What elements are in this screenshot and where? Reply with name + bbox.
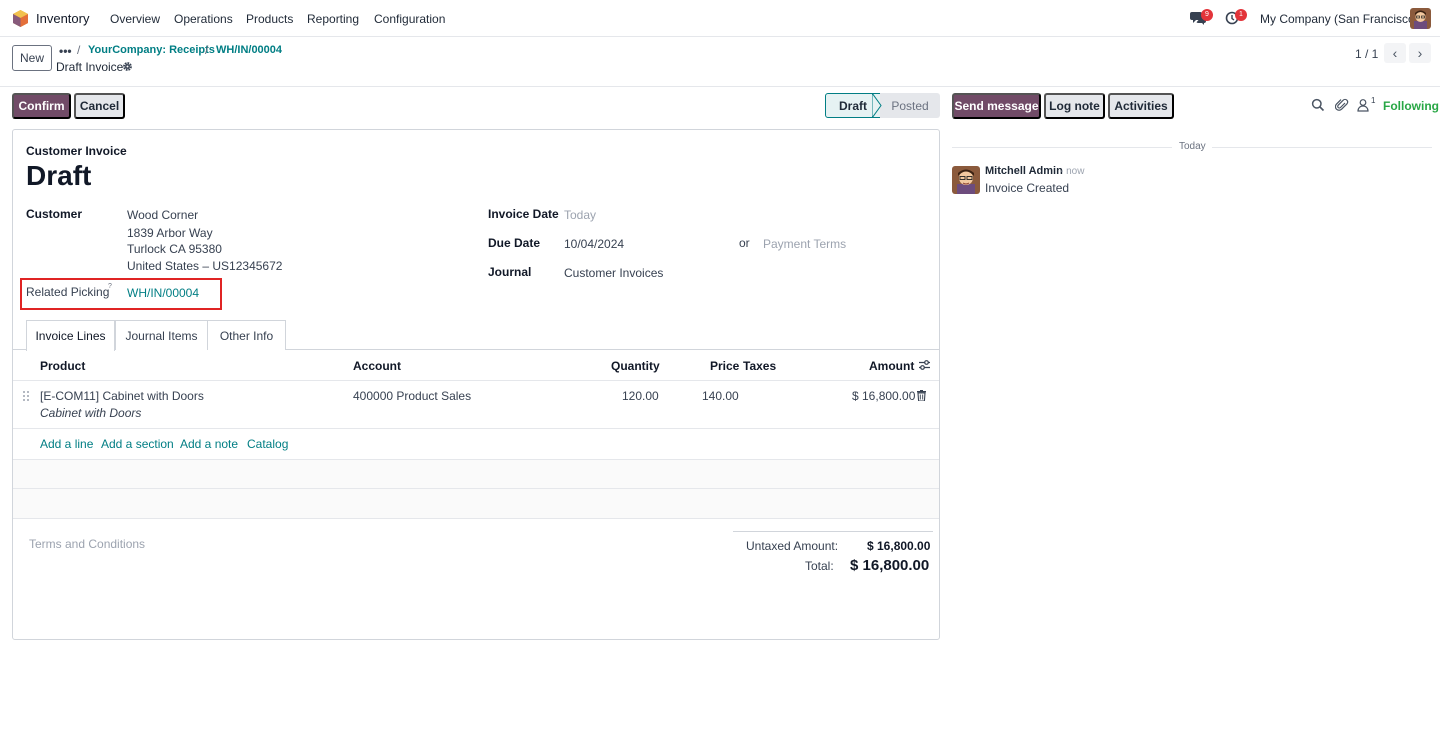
column-price[interactable]: Price xyxy=(710,359,739,373)
customer-label: Customer xyxy=(26,207,83,221)
inventory-app-icon[interactable] xyxy=(12,10,29,27)
pager-prev-button[interactable]: ‹ xyxy=(1384,43,1406,63)
chevron-right-icon: › xyxy=(1417,45,1423,61)
terms-conditions-field[interactable]: Terms and Conditions xyxy=(29,537,145,551)
breadcrumb-separator: / xyxy=(77,43,81,57)
invoice-date-field[interactable]: Today xyxy=(564,208,596,222)
send-message-button[interactable]: Send message xyxy=(952,93,1041,119)
row-description[interactable]: Cabinet with Doors xyxy=(40,406,141,420)
followers-icon[interactable] xyxy=(1357,98,1371,112)
total-label: Total: xyxy=(805,559,834,573)
new-button[interactable]: New xyxy=(12,45,52,71)
chevron-left-icon: ‹ xyxy=(1392,45,1398,61)
journal-field[interactable]: Customer Invoices xyxy=(564,266,663,280)
table-row-divider xyxy=(13,428,939,429)
empty-table-row xyxy=(13,459,939,489)
totals-divider xyxy=(733,531,933,532)
customer-address-line3: United States – US12345672 xyxy=(127,259,283,273)
row-amount: $ 16,800.00 xyxy=(852,389,916,403)
tab-invoice-lines[interactable]: Invoice Lines xyxy=(26,320,115,351)
menu-operations[interactable]: Operations xyxy=(174,12,233,26)
invoice-date-label: Invoice Date xyxy=(488,207,559,221)
breadcrumb-picking[interactable]: WH/IN/00004 xyxy=(216,44,282,56)
related-picking-link[interactable]: WH/IN/00004 xyxy=(127,286,199,300)
following-button[interactable]: Following xyxy=(1383,99,1439,113)
date-separator-line xyxy=(952,147,1172,148)
tab-journal-items[interactable]: Journal Items xyxy=(115,320,208,350)
or-text: or xyxy=(739,236,750,250)
menu-products[interactable]: Products xyxy=(246,12,293,26)
pager-next-button[interactable]: › xyxy=(1409,43,1431,63)
add-note-link[interactable]: Add a note xyxy=(180,437,238,451)
log-note-button[interactable]: Log note xyxy=(1044,93,1105,119)
followers-count: 1 xyxy=(1371,96,1376,105)
date-separator-line xyxy=(1212,147,1432,148)
app-name[interactable]: Inventory xyxy=(36,11,89,26)
column-quantity[interactable]: Quantity xyxy=(611,359,660,373)
help-tooltip-icon[interactable]: ? xyxy=(108,283,112,290)
drag-handle-icon[interactable] xyxy=(22,390,30,402)
customer-address-line1: 1839 Arbor Way xyxy=(127,226,213,240)
breadcrumb-separator: / xyxy=(205,43,209,57)
payment-terms-field[interactable]: Payment Terms xyxy=(763,237,846,251)
message-author[interactable]: Mitchell Admin xyxy=(985,165,1063,177)
date-separator: Today xyxy=(1179,141,1206,152)
top-navbar: Inventory Overview Operations Products R… xyxy=(0,0,1440,37)
column-amount[interactable]: Amount xyxy=(869,359,914,373)
related-picking-label: Related Picking xyxy=(26,285,110,299)
breadcrumb-receipts[interactable]: YourCompany: Receipts xyxy=(88,44,215,56)
column-product[interactable]: Product xyxy=(40,359,85,373)
confirm-button[interactable]: Confirm xyxy=(12,93,71,119)
company-switcher[interactable]: My Company (San Francisco) xyxy=(1260,12,1419,26)
paperclip-icon[interactable] xyxy=(1335,98,1349,112)
total-value: $ 16,800.00 xyxy=(850,557,930,574)
message-time: - now xyxy=(1060,166,1085,177)
column-settings-icon[interactable] xyxy=(918,359,931,371)
customer-address-line2: Turlock CA 95380 xyxy=(127,242,222,256)
search-icon[interactable] xyxy=(1311,98,1325,112)
trash-icon[interactable] xyxy=(917,390,926,401)
add-line-link[interactable]: Add a line xyxy=(40,437,93,451)
status-arrow xyxy=(872,93,882,118)
untaxed-amount-value: $ 16,800.00 xyxy=(867,539,931,553)
due-date-label: Due Date xyxy=(488,236,541,250)
row-account[interactable]: 400000 Product Sales xyxy=(353,389,471,403)
row-quantity[interactable]: 120.00 xyxy=(622,389,659,403)
invoice-type-label: Customer Invoice xyxy=(26,144,127,158)
add-section-link[interactable]: Add a section xyxy=(101,437,174,451)
row-product[interactable]: [E-COM11] Cabinet with Doors xyxy=(40,389,204,403)
catalog-link[interactable]: Catalog xyxy=(247,437,288,451)
table-header-divider xyxy=(13,380,939,381)
breadcrumb-more[interactable]: ••• xyxy=(59,44,72,58)
due-date-field[interactable]: 10/04/2024 xyxy=(564,237,624,251)
customer-name[interactable]: Wood Corner xyxy=(127,208,198,222)
invoice-form-sheet xyxy=(12,129,940,640)
cancel-button[interactable]: Cancel xyxy=(74,93,125,119)
activities-button[interactable]: Activities xyxy=(1108,93,1174,119)
journal-label: Journal xyxy=(488,265,532,279)
menu-reporting[interactable]: Reporting xyxy=(307,12,359,26)
untaxed-amount-label: Untaxed Amount: xyxy=(746,539,839,553)
tab-other-info[interactable]: Other Info xyxy=(207,320,286,350)
menu-configuration[interactable]: Configuration xyxy=(374,12,445,26)
page-title: Draft Invoice xyxy=(56,60,124,74)
author-avatar[interactable] xyxy=(952,166,980,194)
invoice-name: Draft xyxy=(26,160,92,191)
divider xyxy=(0,86,1440,87)
row-price[interactable]: 140.00 xyxy=(702,389,739,403)
status-posted[interactable]: Posted xyxy=(880,93,940,118)
gear-icon[interactable] xyxy=(122,61,133,72)
empty-table-row xyxy=(13,489,939,519)
pager-value[interactable]: 1 / 1 xyxy=(1355,47,1378,61)
messages-badge: 9 xyxy=(1201,9,1213,21)
column-taxes[interactable]: Taxes xyxy=(743,359,776,373)
activities-badge: 1 xyxy=(1235,9,1247,21)
column-account[interactable]: Account xyxy=(353,359,401,373)
user-avatar[interactable] xyxy=(1410,8,1431,29)
menu-overview[interactable]: Overview xyxy=(110,12,160,26)
message-body: Invoice Created xyxy=(985,181,1070,195)
